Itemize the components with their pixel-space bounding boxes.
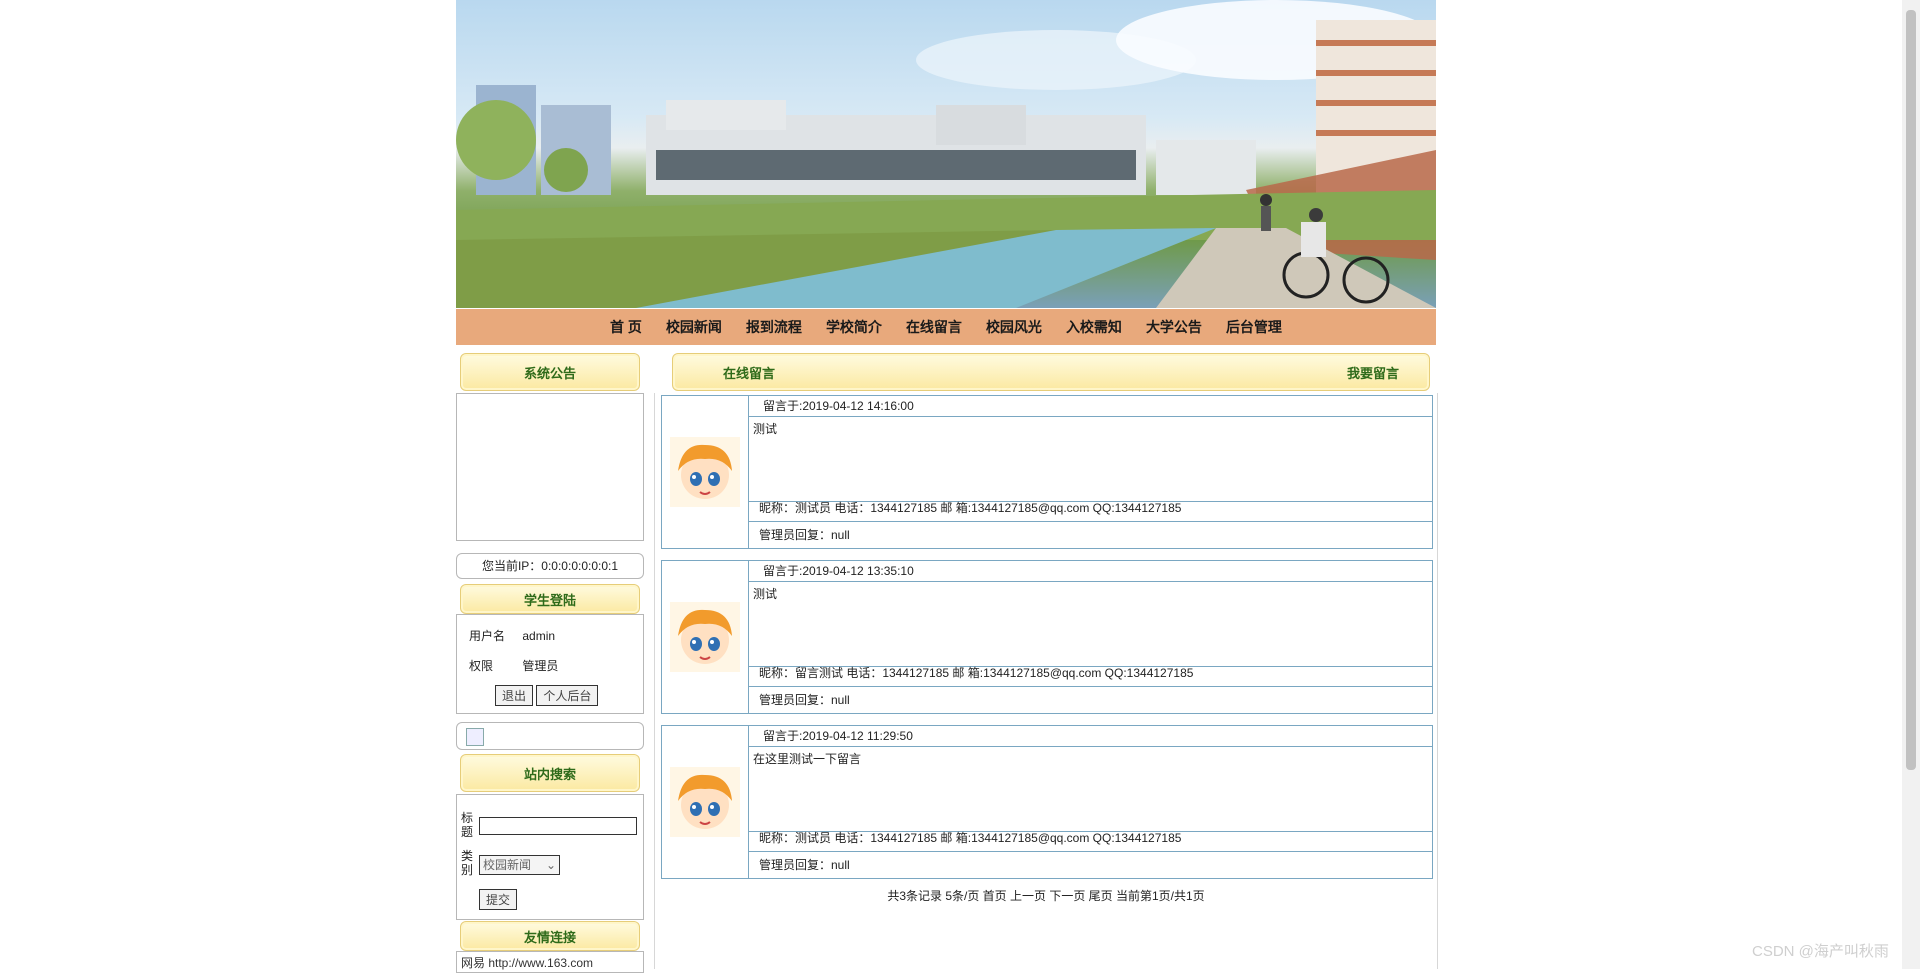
student-login-title: 学生登陆 [460,584,640,614]
chevron-down-icon: ⌄ [545,858,556,872]
message-time: 留言于:2019-04-12 11:29:50 [749,726,1432,747]
personal-backend-button[interactable]: 个人后台 [536,685,599,706]
friend-links-title: 友情连接 [460,921,640,951]
nav-admission-notice[interactable]: 入校需知 [1066,317,1122,337]
search-title-input[interactable] [479,817,637,835]
search-title-label: 标题 [461,811,474,839]
avatar [662,561,749,713]
page-scrollbar[interactable] [1902,0,1920,969]
message-content: 测试 [749,417,1432,502]
page-container: 首 页 校园新闻 报到流程 学校简介 在线留言 校园风光 入校需知 大学公告 后… [456,0,1438,973]
message-content: 在这里测试一下留言 [749,747,1432,832]
message-card: 留言于:2019-04-12 13:35:10 测试 昵称：留言测试 电话：13… [661,560,1433,714]
ip-display: 您当前IP：0:0:0:0:0:0:0:1 [456,553,644,579]
message-author-info: 昵称：测试员 电话：1344127185 邮 箱:1344127185@qq.c… [749,496,1432,522]
nav-admin[interactable]: 后台管理 [1226,317,1282,337]
username-value: admin [522,629,556,643]
search-type-value: 校园新闻 [483,858,532,872]
search-submit-button[interactable]: 提交 [479,889,518,910]
avatar-icon [670,437,740,507]
avatar-icon [670,602,740,672]
online-message-header: 在线留言 我要留言 [672,353,1430,391]
friend-links-panel: 网易 http://www.163.com [456,951,644,973]
nav-school-intro[interactable]: 学校简介 [826,317,882,337]
write-message-link[interactable]: 我要留言 [1347,363,1399,382]
nav-registration-process[interactable]: 报到流程 [746,317,802,337]
message-card: 留言于:2019-04-12 11:29:50 在这里测试一下留言 昵称：测试员… [661,725,1433,879]
login-panel: 用户名 admin 权限 管理员 退出 个人后台 [456,614,644,714]
nav-campus-news[interactable]: 校园新闻 [666,317,722,337]
message-author-info: 昵称：留言测试 电话：1344127185 邮 箱:1344127185@qq.… [749,661,1432,687]
role-value: 管理员 [522,659,559,673]
announcement-title: 系统公告 [460,353,640,391]
message-card: 留言于:2019-04-12 14:16:00 测试 昵称：测试员 电话：134… [661,395,1433,549]
nav-university-announcement[interactable]: 大学公告 [1146,317,1202,337]
message-author-info: 昵称：测试员 电话：1344127185 邮 箱:1344127185@qq.c… [749,826,1432,852]
username-label: 用户名 [469,629,506,643]
message-time: 留言于:2019-04-12 14:16:00 [749,396,1432,417]
message-time: 留言于:2019-04-12 13:35:10 [749,561,1432,582]
search-type-label: 类别 [461,849,474,877]
admin-reply: 管理员回复：null [759,858,850,872]
logout-button[interactable]: 退出 [495,685,534,706]
pagination[interactable]: 共3条记录 5条/页 首页 上一页 下一页 尾页 当前第1页/共1页 [661,887,1431,904]
avatar-icon [670,767,740,837]
site-search-title: 站内搜索 [460,754,640,792]
message-content: 测试 [749,582,1432,667]
image-placeholder-box [456,722,644,750]
friend-link-163[interactable]: 网易 http://www.163.com [461,954,593,971]
search-panel: 标题 类别 校园新闻 ⌄ 提交 [456,794,644,920]
campus-banner-image [456,0,1436,308]
admin-reply: 管理员回复：null [759,528,850,542]
scrollbar-thumb[interactable] [1906,10,1916,770]
nav-campus-scenery[interactable]: 校园风光 [986,317,1042,337]
nav-home[interactable]: 首 页 [610,317,642,337]
online-message-title: 在线留言 [723,365,776,381]
watermark-text: CSDN @海产叫秋雨 [1752,943,1889,960]
nav-online-message[interactable]: 在线留言 [906,317,962,337]
search-type-select[interactable]: 校园新闻 ⌄ [479,855,560,875]
announcement-panel [456,393,644,541]
main-nav-bar: 首 页 校园新闻 报到流程 学校简介 在线留言 校园风光 入校需知 大学公告 后… [456,309,1436,345]
admin-reply: 管理员回复：null [759,693,850,707]
avatar [662,396,749,548]
avatar [662,726,749,878]
role-label: 权限 [469,659,494,673]
broken-image-icon [466,728,484,746]
